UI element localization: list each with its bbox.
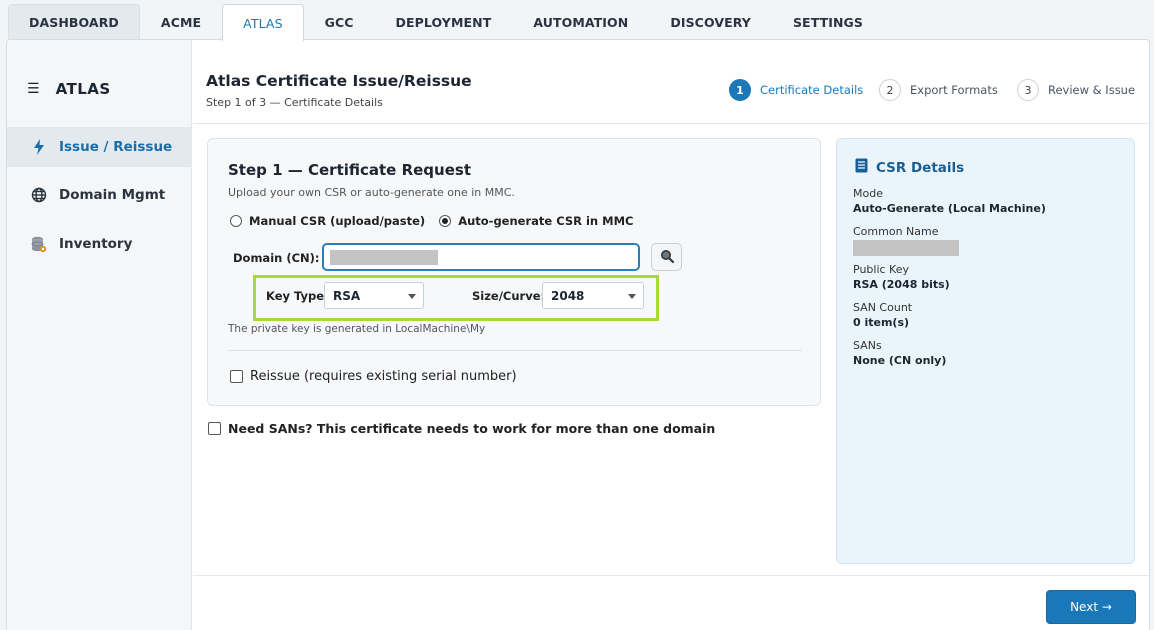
sidebar-item-issue-reissue[interactable]: Issue / Reissue — [7, 127, 192, 167]
globe-icon — [31, 187, 47, 203]
page-subtitle: Step 1 of 3 — Certificate Details — [206, 96, 383, 109]
next-button[interactable]: Next → — [1046, 590, 1136, 624]
radio-button[interactable] — [230, 215, 242, 227]
tab-discovery[interactable]: DISCOVERY — [649, 4, 772, 39]
csr-mode-radio-group: Manual CSR (upload/paste) Auto-generate … — [230, 214, 633, 228]
page-header: Atlas Certificate Issue/Reissue Step 1 o… — [193, 40, 1149, 124]
csr-field-public-key: Public Key RSA (2048 bits) — [853, 263, 950, 291]
step-number: 3 — [1017, 79, 1039, 101]
tab-settings[interactable]: SETTINGS — [772, 4, 884, 39]
sidebar-item-label: Issue / Reissue — [59, 139, 173, 155]
step-label: Review & Issue — [1048, 83, 1136, 97]
footer-divider — [193, 575, 1149, 576]
sidebar-item-inventory[interactable]: Inventory — [7, 224, 192, 264]
key-type-select[interactable]: RSA — [324, 282, 424, 309]
domain-lookup-button[interactable] — [651, 243, 682, 271]
reissue-checkbox-row[interactable]: Reissue (requires existing serial number… — [230, 369, 517, 384]
chevron-down-icon — [408, 294, 416, 299]
main-frame: ☰ ATLAS Issue / Reissue Domain Mgmt Inve… — [6, 39, 1150, 630]
csr-field-mode: Mode Auto-Generate (Local Machine) — [853, 187, 1046, 215]
tab-deployment[interactable]: DEPLOYMENT — [375, 4, 513, 39]
domain-input[interactable] — [322, 243, 640, 271]
step-label: Certificate Details — [760, 83, 864, 97]
panel-title: CSR Details — [855, 158, 964, 177]
sidebar-title: ATLAS — [55, 80, 111, 98]
sidebar-brand: ☰ ATLAS — [27, 80, 111, 98]
step-1[interactable]: 1 Certificate Details — [729, 79, 863, 101]
sidebar: ☰ ATLAS Issue / Reissue Domain Mgmt Inve… — [7, 40, 192, 630]
reissue-checkbox[interactable] — [230, 370, 243, 383]
tab-automation[interactable]: AUTOMATION — [512, 4, 649, 39]
sidebar-item-domain-mgmt[interactable]: Domain Mgmt — [7, 175, 192, 215]
csr-field-sans: SANs None (CN only) — [853, 339, 947, 367]
database-icon — [31, 236, 47, 252]
tab-gcc[interactable]: GCC — [304, 4, 375, 39]
radio-auto-generate-csr[interactable]: Auto-generate CSR in MMC — [439, 214, 633, 228]
redacted-value — [853, 240, 959, 256]
need-sans-checkbox[interactable] — [208, 422, 221, 435]
sidebar-item-label: Domain Mgmt — [59, 187, 166, 203]
hamburger-icon[interactable]: ☰ — [27, 81, 40, 97]
sidebar-item-label: Inventory — [59, 236, 133, 252]
need-sans-checkbox-row[interactable]: Need SANs? This certificate needs to wor… — [208, 421, 715, 436]
key-type-label: Key Type: — [266, 289, 329, 303]
radio-button[interactable] — [439, 215, 452, 227]
certificate-request-card: Step 1 — Certificate Request Upload your… — [207, 138, 821, 406]
redacted-value — [330, 250, 438, 265]
step-number: 1 — [729, 79, 751, 101]
page-title: Atlas Certificate Issue/Reissue — [206, 72, 472, 90]
document-icon — [855, 158, 868, 177]
domain-label: Domain (CN): — [233, 251, 320, 265]
size-curve-label: Size/Curve: — [472, 289, 546, 303]
step-label: Export Formats — [910, 83, 998, 97]
tab-atlas[interactable]: ATLAS — [222, 4, 304, 41]
csr-details-panel: CSR Details Mode Auto-Generate (Local Ma… — [836, 138, 1135, 564]
card-subtitle: Upload your own CSR or auto-generate one… — [228, 186, 515, 199]
csr-field-san-count: SAN Count 0 item(s) — [853, 301, 913, 329]
csr-field-common-name: Common Name — [853, 225, 959, 256]
size-curve-select[interactable]: 2048 — [542, 282, 644, 309]
card-title: Step 1 — Certificate Request — [228, 161, 471, 179]
tab-acme[interactable]: ACME — [140, 4, 222, 39]
top-tab-bar: DASHBOARD ACME ATLAS GCC DEPLOYMENT AUTO… — [8, 4, 884, 41]
step-3[interactable]: 3 Review & Issue — [1017, 79, 1135, 101]
lightning-icon — [31, 139, 47, 155]
step-2[interactable]: 2 Export Formats — [879, 79, 998, 101]
radio-manual-csr[interactable]: Manual CSR (upload/paste) — [230, 214, 425, 228]
tab-dashboard[interactable]: DASHBOARD — [8, 4, 140, 39]
divider — [228, 350, 802, 351]
magnifier-icon — [660, 248, 674, 267]
chevron-down-icon — [628, 294, 636, 299]
private-key-hint: The private key is generated in LocalMac… — [228, 323, 486, 335]
step-number: 2 — [879, 79, 901, 101]
